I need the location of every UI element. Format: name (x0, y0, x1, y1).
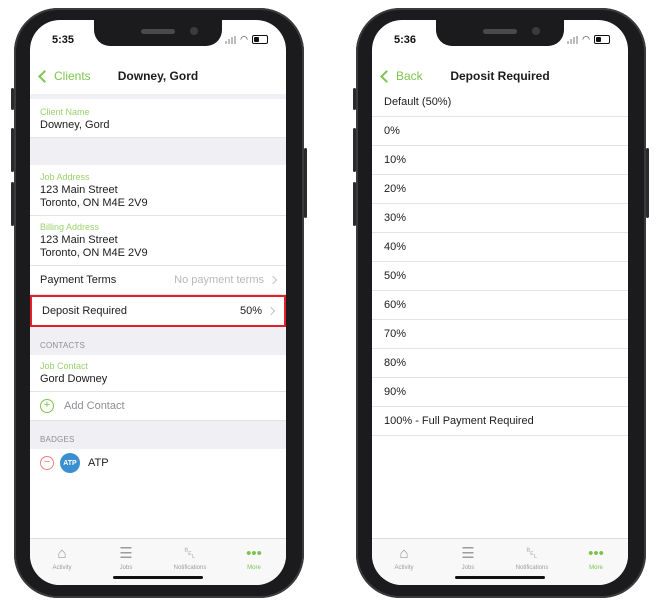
chevron-right-icon (268, 275, 278, 285)
job-contact-label: Job Contact (40, 361, 89, 371)
tab-label: More (247, 565, 261, 571)
add-contact-button[interactable]: + Add Contact (30, 392, 286, 421)
power-button (304, 148, 307, 218)
bell-icon: ␇ (525, 545, 538, 562)
phone-left: 5:35 ◠ Clients Downey, Gord Client Name … (11, 8, 307, 598)
mute-switch (11, 88, 14, 110)
payment-terms-value: No payment terms (174, 274, 264, 286)
billing-address-line2: Toronto, ON M4E 2V9 (40, 247, 148, 259)
tab-label: Jobs (461, 565, 475, 571)
job-contact-field[interactable]: Job Contact Gord Downey (30, 355, 286, 392)
screen-deposit-required: 5:36 ◠ Back Deposit Required Default (50… (372, 20, 628, 585)
status-time: 5:35 (52, 34, 75, 46)
navigation-bar: Clients Downey, Gord (30, 60, 286, 94)
tab-bar: ⌂ Activity ☰ Jobs ␇ Notifications ••• Mo… (372, 538, 628, 585)
deposit-option[interactable]: 10% (372, 146, 628, 175)
battery-icon (252, 35, 268, 44)
signal-icon (567, 35, 579, 44)
client-name-value: Downey, Gord (40, 119, 110, 131)
deposit-option[interactable]: 30% (372, 204, 628, 233)
house-icon: ⌂ (399, 545, 409, 562)
billing-address-label: Billing Address (40, 222, 100, 232)
atp-badge-icon: ATP (60, 453, 80, 473)
deposit-option[interactable]: 60% (372, 291, 628, 320)
volume-up-button (353, 128, 356, 172)
deposit-option[interactable]: 90% (372, 378, 628, 407)
ellipsis-icon: ••• (246, 545, 262, 562)
list-icon: ☰ (461, 545, 475, 562)
tab-label: More (589, 565, 603, 571)
deposit-option[interactable]: 0% (372, 117, 628, 146)
ellipsis-icon: ••• (588, 545, 604, 562)
home-indicator (113, 576, 203, 579)
tab-activity[interactable]: ⌂ Activity (372, 539, 436, 585)
billing-address-line1: 123 Main Street (40, 234, 118, 246)
mute-switch (353, 88, 356, 110)
volume-down-button (353, 182, 356, 226)
deposit-options-list: Default (50%) 0% 10% 20% 30% 40% 50% 60%… (372, 94, 628, 539)
deposit-option[interactable]: 20% (372, 175, 628, 204)
notch (436, 20, 564, 46)
badge-label: ATP (88, 457, 109, 469)
deposit-option[interactable]: 40% (372, 233, 628, 262)
notch (94, 20, 222, 46)
plus-circle-icon: + (40, 399, 54, 413)
job-address-line2: Toronto, ON M4E 2V9 (40, 197, 148, 209)
bell-icon: ␇ (183, 545, 196, 562)
client-name-label: Client Name (40, 107, 90, 117)
billing-address-field[interactable]: Billing Address 123 Main Street Toronto,… (30, 216, 286, 266)
group-spacer (30, 138, 286, 165)
tab-label: Notifications (173, 565, 207, 571)
status-icons: ◠ (567, 35, 610, 44)
deposit-option[interactable]: 70% (372, 320, 628, 349)
payment-terms-label: Payment Terms (40, 274, 117, 286)
tab-more[interactable]: ••• More (564, 539, 628, 585)
deposit-required-label: Deposit Required (42, 305, 127, 317)
deposit-option[interactable]: 100% - Full Payment Required (372, 407, 628, 436)
tab-more[interactable]: ••• More (222, 539, 286, 585)
tab-activity[interactable]: ⌂ Activity (30, 539, 94, 585)
job-address-line1: 123 Main Street (40, 184, 118, 196)
add-contact-label: Add Contact (64, 400, 125, 412)
tab-label: Jobs (119, 565, 133, 571)
tab-bar: ⌂ Activity ☰ Jobs ␇ Notifications ••• Mo… (30, 538, 286, 585)
signal-icon (225, 35, 237, 44)
deposit-option[interactable]: 50% (372, 262, 628, 291)
navigation-bar: Back Deposit Required (372, 60, 628, 94)
page-title: Downey, Gord (117, 69, 199, 83)
home-indicator (455, 576, 545, 579)
list-icon: ☰ (119, 545, 133, 562)
deposit-required-row[interactable]: Deposit Required 50% (30, 295, 286, 327)
tab-label: Notifications (515, 565, 549, 571)
badge-item: − ATP ATP (30, 449, 286, 477)
volume-down-button (11, 182, 14, 226)
phone-right: 5:36 ◠ Back Deposit Required Default (50… (353, 8, 649, 598)
page-title: Deposit Required (450, 69, 550, 83)
client-name-field[interactable]: Client Name Downey, Gord (30, 99, 286, 138)
wifi-icon: ◠ (240, 34, 248, 44)
chevron-right-icon (266, 306, 276, 316)
battery-icon (594, 35, 610, 44)
screen-client-detail: 5:35 ◠ Clients Downey, Gord Client Name … (30, 20, 286, 585)
deposit-option[interactable]: 80% (372, 349, 628, 378)
status-time: 5:36 (394, 34, 417, 46)
power-button (646, 148, 649, 218)
contacts-section-header: CONTACTS (30, 327, 286, 355)
tab-label: Activity (394, 565, 414, 571)
deposit-option[interactable]: Default (50%) (372, 94, 628, 117)
wifi-icon: ◠ (582, 34, 590, 44)
job-address-field[interactable]: Job Address 123 Main Street Toronto, ON … (30, 165, 286, 216)
payment-terms-row[interactable]: Payment Terms No payment terms (30, 266, 286, 295)
remove-badge-icon[interactable]: − (40, 456, 54, 470)
status-icons: ◠ (225, 35, 268, 44)
job-contact-value: Gord Downey (40, 373, 108, 385)
deposit-required-value: 50% (239, 305, 262, 317)
client-detail-content: Client Name Downey, Gord Job Address 123… (30, 94, 286, 539)
volume-up-button (11, 128, 14, 172)
job-address-label: Job Address (40, 172, 90, 182)
tab-label: Activity (52, 565, 72, 571)
badges-section-header: BADGES (30, 421, 286, 449)
house-icon: ⌂ (57, 545, 67, 562)
